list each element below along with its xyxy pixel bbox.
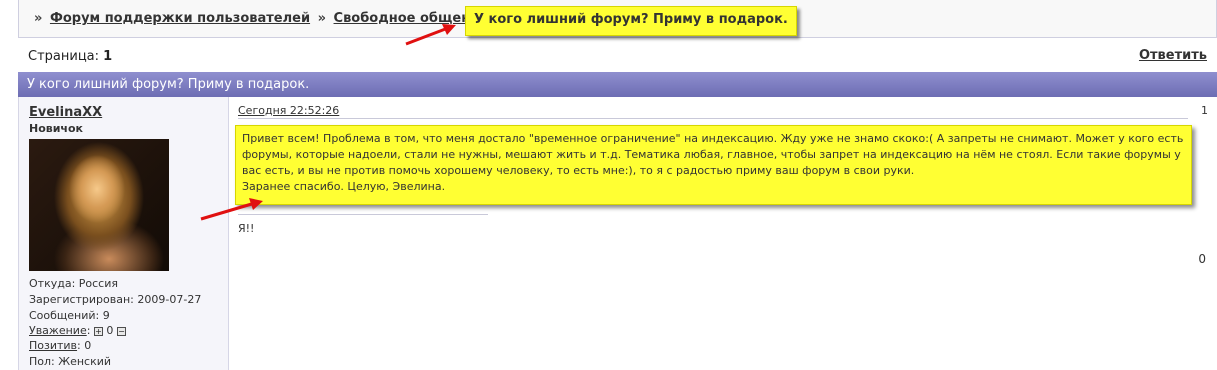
post-side-count: 0	[1198, 252, 1206, 266]
post-body-highlight: Привет всем! Проблема в том, что меня до…	[235, 125, 1192, 205]
post-author-panel: EvelinaXX Новичок Откуда: Россия Зарегис…	[19, 97, 229, 370]
respect-value: 0	[106, 324, 114, 337]
post-number: 1	[1201, 104, 1208, 117]
divider	[238, 118, 1188, 119]
author-username[interactable]: EvelinaXX	[29, 105, 102, 120]
author-gender: Пол: Женский	[29, 355, 112, 368]
breadcrumb-separator: »	[34, 11, 43, 26]
author-respect: Уважение: + 0 −	[29, 324, 126, 337]
red-arrow-icon	[405, 24, 456, 46]
author-rank: Новичок	[29, 122, 84, 135]
post-body-line: Привет всем! Проблема в том, что меня до…	[242, 132, 1184, 145]
avatar	[29, 139, 169, 271]
signature-divider	[238, 214, 488, 215]
post: EvelinaXX Новичок Откуда: Россия Зарегис…	[18, 97, 1217, 370]
red-arrow-icon	[200, 198, 263, 221]
author-from: Откуда: Россия	[29, 277, 118, 290]
breadcrumb-current-topic: У кого лишний форум? Приму в подарок.	[465, 6, 797, 36]
post-body-line: вас есть, и вы не против помочь хорошему…	[242, 164, 915, 177]
post-body-line: форумы, которые надоели, стали не нужны,…	[242, 148, 1181, 161]
pagination: Страница: 1	[28, 49, 112, 64]
pagination-label: Страница:	[28, 49, 100, 64]
author-registered: Зарегистрирован: 2009-07-27	[29, 293, 202, 306]
pagination-current-page: 1	[103, 49, 113, 64]
post-date-link[interactable]: Сегодня 22:52:26	[238, 104, 339, 117]
breadcrumb-link-support-forum[interactable]: Форум поддержки пользователей	[50, 11, 310, 26]
plus-icon[interactable]: +	[93, 326, 103, 336]
breadcrumb-separator: »	[317, 11, 326, 26]
topic-title-bar: У кого лишний форум? Приму в подарок.	[18, 72, 1217, 97]
post-body-line: Заранее спасибо. Целую, Эвелина.	[242, 180, 446, 193]
positive-value: 0	[84, 339, 92, 352]
breadcrumb-bar: » Форум поддержки пользователей » Свобод…	[18, 0, 1217, 38]
positive-link[interactable]: Позитив	[29, 339, 77, 352]
respect-link[interactable]: Уважение	[29, 324, 87, 337]
minus-icon[interactable]: −	[116, 326, 126, 336]
author-positive: Позитив: 0	[29, 339, 92, 352]
post-content: Сегодня 22:52:26 1 Привет всем! Проблема…	[230, 97, 1217, 370]
author-messages: Сообщений: 9	[29, 309, 110, 322]
reply-link[interactable]: Ответить	[1139, 48, 1207, 63]
